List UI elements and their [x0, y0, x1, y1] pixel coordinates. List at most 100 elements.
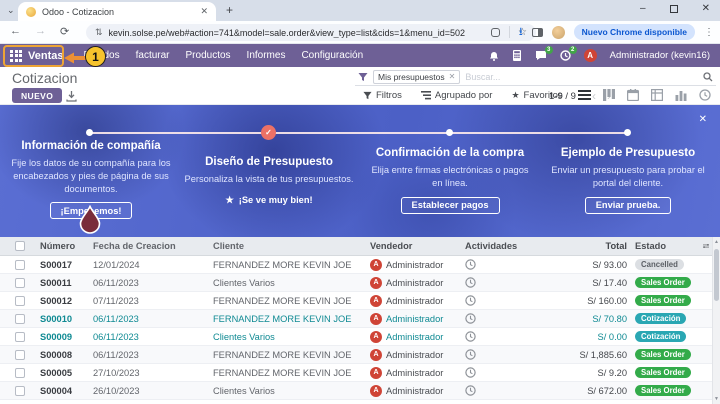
- cell-client[interactable]: Clientes Varios: [213, 332, 370, 342]
- cell-activities[interactable]: [465, 259, 545, 270]
- cell-activities[interactable]: [465, 295, 545, 306]
- address-bar[interactable]: ⇅ kevin.solse.pe/web#action=741&model=sa…: [86, 24, 536, 41]
- cell-vendor[interactable]: A Administrador: [370, 331, 465, 343]
- graph-view-icon[interactable]: [675, 89, 687, 101]
- table-row[interactable]: S00012 07/11/2023 FERNANDEZ MORE KEVIN J…: [0, 292, 712, 310]
- cell-state[interactable]: Cancelled: [627, 259, 703, 270]
- header-activities[interactable]: Actividades: [465, 241, 545, 251]
- cell-date[interactable]: 12/01/2024: [93, 260, 213, 270]
- download-icon[interactable]: ⭳: [519, 27, 523, 38]
- cell-client[interactable]: FERNANDEZ MORE KEVIN JOE: [213, 296, 370, 306]
- row-checkbox[interactable]: [15, 386, 25, 396]
- cell-state[interactable]: Sales Order: [627, 295, 703, 306]
- row-checkbox[interactable]: [15, 278, 25, 288]
- window-close-icon[interactable]: ✕: [702, 3, 710, 14]
- cell-number[interactable]: S00011: [40, 278, 93, 288]
- table-scrollbar[interactable]: ▲ ▼: [712, 237, 720, 404]
- side-panel-icon[interactable]: [532, 28, 543, 37]
- cell-vendor[interactable]: A Administrador: [370, 313, 465, 325]
- cell-number[interactable]: S00005: [40, 368, 93, 378]
- table-row[interactable]: S00005 27/10/2023 FERNANDEZ MORE KEVIN J…: [0, 364, 712, 382]
- activity-clock-icon[interactable]: [465, 349, 476, 360]
- new-button[interactable]: NUEVO: [12, 88, 62, 103]
- cell-date[interactable]: 06/11/2023: [93, 278, 213, 288]
- cell-vendor[interactable]: A Administrador: [370, 349, 465, 361]
- list-view-icon[interactable]: [578, 89, 591, 101]
- table-row[interactable]: S00009 06/11/2023 Clientes Varios A Admi…: [0, 328, 712, 346]
- cell-client[interactable]: FERNANDEZ MORE KEVIN JOE: [213, 314, 370, 324]
- cell-vendor[interactable]: A Administrador: [370, 295, 465, 307]
- cell-activities[interactable]: [465, 367, 545, 378]
- search-facet[interactable]: Mis presupuestos ✕: [373, 70, 460, 84]
- tab-search-icon[interactable]: ⌄: [7, 5, 15, 16]
- cell-state[interactable]: Sales Order: [627, 385, 703, 396]
- activity-clock-icon[interactable]: [465, 313, 476, 324]
- extensions-icon[interactable]: [491, 28, 500, 37]
- header-client[interactable]: Cliente: [213, 241, 370, 251]
- table-row[interactable]: S00010 06/11/2023 FERNANDEZ MORE KEVIN J…: [0, 310, 712, 328]
- new-tab-button[interactable]: +: [226, 3, 233, 17]
- activity-clock-icon[interactable]: [465, 367, 476, 378]
- row-checkbox[interactable]: [15, 296, 25, 306]
- kanban-view-icon[interactable]: [603, 89, 615, 101]
- cell-total[interactable]: S/ 160.00: [545, 296, 627, 306]
- messages-icon[interactable]: 3: [535, 50, 547, 61]
- cell-client[interactable]: FERNANDEZ MORE KEVIN JOE: [213, 350, 370, 360]
- cell-state[interactable]: Sales Order: [627, 367, 703, 378]
- cell-activities[interactable]: [465, 277, 545, 288]
- cell-client[interactable]: Clientes Varios: [213, 278, 370, 288]
- search-bar[interactable]: Mis presupuestos ✕: [355, 68, 716, 86]
- row-checkbox[interactable]: [15, 350, 25, 360]
- cell-activities[interactable]: [465, 313, 545, 324]
- pivot-view-icon[interactable]: [651, 89, 663, 101]
- calendar-view-icon[interactable]: [627, 89, 639, 101]
- cell-vendor[interactable]: A Administrador: [370, 259, 465, 271]
- column-settings-icon[interactable]: [703, 241, 712, 251]
- header-number[interactable]: Número: [40, 241, 93, 251]
- back-icon[interactable]: ←: [10, 25, 21, 38]
- cell-date[interactable]: 07/11/2023: [93, 296, 213, 306]
- menu-informes[interactable]: Informes: [247, 50, 286, 61]
- cell-total[interactable]: S/ 93.00: [545, 260, 627, 270]
- menu-productos[interactable]: Productos: [186, 50, 231, 61]
- chrome-update-button[interactable]: Nuevo Chrome disponible: [574, 24, 695, 40]
- row-checkbox[interactable]: [15, 332, 25, 342]
- filters-button[interactable]: Filtros: [363, 90, 402, 101]
- cell-number[interactable]: S00017: [40, 260, 93, 270]
- cell-number[interactable]: S00009: [40, 332, 93, 342]
- activities-icon[interactable]: 2: [560, 50, 571, 61]
- browser-tab[interactable]: Odoo - Cotizacion ✕: [18, 2, 216, 21]
- row-checkbox[interactable]: [15, 260, 25, 270]
- user-name[interactable]: Administrador (kevin16): [610, 50, 710, 61]
- activity-clock-icon[interactable]: [465, 277, 476, 288]
- site-info-icon[interactable]: ⇅: [95, 27, 103, 38]
- row-checkbox[interactable]: [15, 368, 25, 378]
- scroll-down-icon[interactable]: ▼: [713, 396, 720, 402]
- step-sample-button[interactable]: Enviar prueba.: [585, 197, 672, 214]
- activity-clock-icon[interactable]: [465, 295, 476, 306]
- cell-client[interactable]: FERNANDEZ MORE KEVIN JOE: [213, 260, 370, 270]
- menu-facturar[interactable]: facturar: [136, 50, 170, 61]
- bell-icon[interactable]: [489, 51, 499, 61]
- cell-vendor[interactable]: A Administrador: [370, 367, 465, 379]
- cell-date[interactable]: 06/11/2023: [93, 350, 213, 360]
- header-date[interactable]: Fecha de Creacion: [93, 241, 213, 251]
- chrome-profile-avatar[interactable]: [552, 26, 565, 39]
- cell-vendor[interactable]: A Administrador: [370, 277, 465, 289]
- select-all-checkbox[interactable]: [15, 241, 25, 251]
- cell-state[interactable]: Sales Order: [627, 277, 703, 288]
- cell-total[interactable]: S/ 0.00: [545, 332, 627, 342]
- cell-number[interactable]: S00010: [40, 314, 93, 324]
- header-state[interactable]: Estado: [627, 241, 703, 251]
- user-avatar[interactable]: A: [584, 49, 597, 62]
- table-row[interactable]: S00008 06/11/2023 FERNANDEZ MORE KEVIN J…: [0, 346, 712, 364]
- facet-remove-icon[interactable]: ✕: [449, 72, 456, 81]
- cell-state[interactable]: Cotización: [627, 331, 703, 342]
- cell-state[interactable]: Sales Order: [627, 349, 703, 360]
- cell-client[interactable]: FERNANDEZ MORE KEVIN JOE: [213, 368, 370, 378]
- minimize-icon[interactable]: –: [640, 3, 646, 14]
- cell-activities[interactable]: [465, 385, 545, 396]
- cell-number[interactable]: S00012: [40, 296, 93, 306]
- cell-total[interactable]: S/ 70.80: [545, 314, 627, 324]
- header-total[interactable]: Total: [545, 241, 627, 251]
